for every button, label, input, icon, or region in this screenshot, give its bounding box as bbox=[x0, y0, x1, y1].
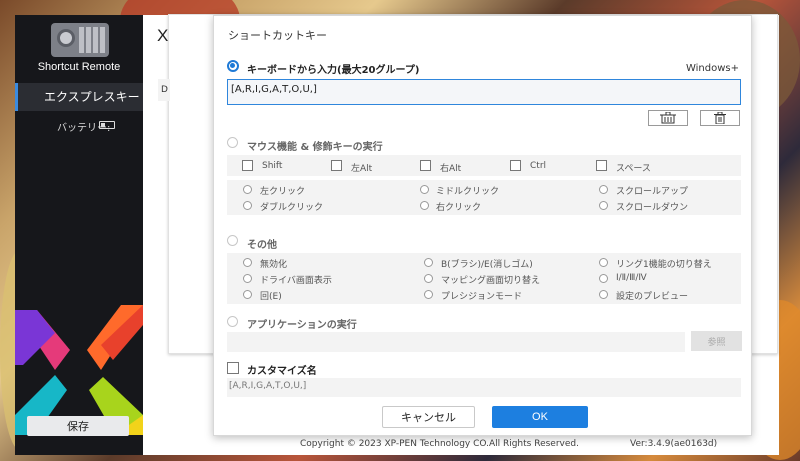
clear-button[interactable] bbox=[648, 110, 688, 126]
double-click-radio[interactable] bbox=[243, 201, 252, 210]
left-alt-label: 左Alt bbox=[351, 164, 373, 174]
windows-modifier-label[interactable]: Windows+ bbox=[686, 63, 739, 74]
browse-button[interactable]: 参照 bbox=[691, 331, 742, 351]
other-label: その他 bbox=[247, 240, 277, 251]
copyright-text: Copyright © 2023 XP-PEN Technology CO.Al… bbox=[300, 439, 579, 449]
rotate-e-label: 回(E) bbox=[260, 292, 282, 302]
ring1-switch-radio[interactable] bbox=[599, 258, 608, 267]
eraser-icon bbox=[660, 112, 676, 124]
scroll-up-label: スクロールアップ bbox=[616, 187, 689, 197]
run-app-radio[interactable] bbox=[227, 316, 238, 327]
battery-icon bbox=[99, 121, 115, 129]
ok-button[interactable]: OK bbox=[492, 406, 588, 428]
other-options-box: 無効化 B(ブラシ)/E(消しゴム) リング1機能の切り替え ドライバ画面表示 … bbox=[227, 253, 741, 304]
ring1-switch-label: リング1機能の切り替え bbox=[616, 260, 712, 270]
custom-name-input[interactable]: [A,R,I,G,A,T,O,U,] bbox=[227, 378, 741, 397]
scroll-down-radio[interactable] bbox=[599, 201, 608, 210]
left-click-label: 左クリック bbox=[260, 187, 306, 197]
double-click-label: ダブルクリック bbox=[260, 203, 324, 213]
delete-button[interactable] bbox=[700, 110, 740, 126]
left-click-radio[interactable] bbox=[243, 185, 252, 194]
version-text: Ver:3.4.9(ae0163d) bbox=[630, 439, 718, 449]
right-click-radio[interactable] bbox=[420, 201, 429, 210]
ctrl-checkbox[interactable] bbox=[510, 160, 521, 171]
keyboard-input-label: キーボードから入力(最大20グループ) bbox=[247, 65, 420, 76]
roman-numeral-label: Ⅰ/Ⅱ/Ⅲ/Ⅳ bbox=[616, 273, 647, 283]
cancel-button[interactable]: キャンセル bbox=[382, 406, 475, 428]
shortcut-key-dialog: ショートカットキー キーボードから入力(最大20グループ) Windows+ [… bbox=[213, 15, 752, 436]
trash-icon bbox=[714, 112, 726, 124]
dialog-title: ショートカットキー bbox=[228, 29, 327, 42]
keyboard-input-radio[interactable] bbox=[227, 60, 239, 72]
left-alt-checkbox[interactable] bbox=[331, 160, 342, 171]
mouse-functions-box: 左クリック ミドルクリック スクロールアップ ダブルクリック 右クリック スクロ… bbox=[227, 180, 741, 215]
run-app-label: アプリケーションの実行 bbox=[247, 320, 357, 331]
settings-preview-radio[interactable] bbox=[599, 290, 608, 299]
brush-eraser-label: B(ブラシ)/E(消しゴム) bbox=[441, 260, 533, 270]
scroll-down-label: スクロールダウン bbox=[616, 203, 689, 213]
sidebar-item-express-keys[interactable]: エクスプレスキー bbox=[15, 83, 143, 111]
other-radio[interactable] bbox=[227, 235, 238, 246]
middle-click-label: ミドルクリック bbox=[436, 187, 500, 197]
app-sidebar: Shortcut Remote エクスプレスキー バッテリー: 保存 bbox=[15, 15, 143, 455]
mapping-switch-label: マッピング画面切り替え bbox=[441, 276, 541, 286]
roman-numeral-radio[interactable] bbox=[599, 274, 608, 283]
app-path-input[interactable] bbox=[227, 332, 685, 352]
driver-screen-label: ドライバ画面表示 bbox=[260, 276, 332, 286]
precision-mode-radio[interactable] bbox=[424, 290, 433, 299]
space-label: スペース bbox=[616, 164, 651, 174]
brush-eraser-radio[interactable] bbox=[424, 258, 433, 267]
panel-tab-fragment[interactable]: D bbox=[158, 79, 170, 101]
scroll-up-radio[interactable] bbox=[599, 185, 608, 194]
custom-name-checkbox[interactable] bbox=[227, 362, 239, 374]
middle-click-radio[interactable] bbox=[420, 185, 429, 194]
mouse-modifier-label: マウス機能 & 修飾キーの実行 bbox=[247, 142, 383, 153]
driver-screen-radio[interactable] bbox=[243, 274, 252, 283]
right-click-label: 右クリック bbox=[436, 203, 482, 213]
device-name: Shortcut Remote bbox=[37, 61, 121, 73]
modifier-keys-row: Shift 左Alt 右Alt Ctrl スペース bbox=[227, 155, 741, 176]
xp-pen-x-logo bbox=[15, 305, 143, 435]
settings-preview-label: 設定のプレビュー bbox=[616, 292, 689, 302]
right-alt-label: 右Alt bbox=[440, 164, 462, 174]
space-checkbox[interactable] bbox=[596, 160, 607, 171]
save-button[interactable]: 保存 bbox=[27, 416, 129, 436]
shortcut-remote-device-icon bbox=[51, 23, 109, 57]
mapping-switch-radio[interactable] bbox=[424, 274, 433, 283]
ctrl-label: Ctrl bbox=[530, 161, 547, 171]
shift-label: Shift bbox=[262, 161, 283, 171]
disable-radio[interactable] bbox=[243, 258, 252, 267]
rotate-e-radio[interactable] bbox=[243, 290, 252, 299]
shift-checkbox[interactable] bbox=[242, 160, 253, 171]
precision-mode-label: プレシジョンモード bbox=[441, 292, 523, 302]
right-alt-checkbox[interactable] bbox=[420, 160, 431, 171]
custom-name-label: カスタマイズ名 bbox=[247, 366, 317, 377]
mouse-modifier-radio[interactable] bbox=[227, 137, 238, 148]
keyboard-shortcut-input[interactable]: [A,R,I,G,A,T,O,U,] bbox=[227, 79, 741, 105]
disable-label: 無効化 bbox=[260, 260, 288, 270]
